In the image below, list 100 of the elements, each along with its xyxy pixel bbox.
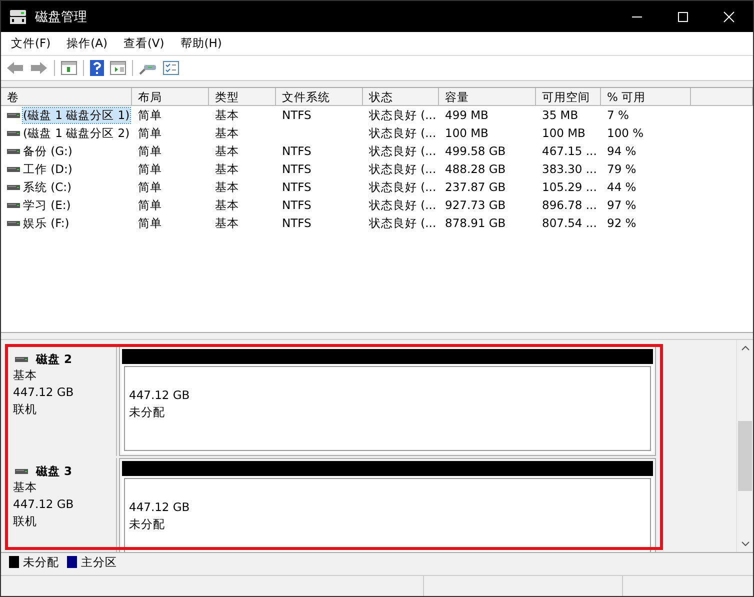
table-cell: 基本 (215, 126, 239, 140)
table-cell: 状态良好 (... (369, 216, 436, 230)
volume-name[interactable]: (磁盘 1 磁盘分区 1) (23, 108, 130, 122)
menu-item[interactable]: 操作(A) (66, 36, 108, 51)
volume-name[interactable]: 学习 (E:) (23, 198, 71, 212)
table-cell: 状态良好 (... (369, 108, 436, 122)
column-header[interactable]: % 可用 (601, 88, 691, 106)
maximize-icon[interactable] (677, 10, 689, 22)
disk-type: 基本 (13, 367, 38, 384)
table-cell: 简单 (138, 216, 162, 230)
legend-label: 主分区 (81, 554, 117, 570)
menu-item[interactable]: 查看(V) (123, 36, 164, 51)
table-cell: NTFS (282, 162, 312, 176)
table-cell: 35 MB (542, 108, 578, 122)
column-header[interactable]: 布局 (132, 88, 209, 106)
table-cell: 基本 (215, 216, 239, 230)
disk-drive-icon (9, 8, 27, 24)
table-cell: 简单 (138, 162, 162, 176)
drive-icon (7, 112, 20, 118)
volume-name[interactable]: 娱乐 (F:) (23, 216, 70, 230)
partition-label: 未分配 (129, 516, 166, 533)
menu-item[interactable]: 帮助(H) (180, 36, 222, 51)
table-cell: 896.78 ... (542, 198, 597, 212)
disk-status: 联机 (13, 401, 38, 418)
action-pane-icon[interactable] (110, 61, 126, 75)
column-header[interactable]: 可用空间 (536, 88, 601, 106)
column-header[interactable]: 状态 (363, 88, 439, 106)
table-cell: NTFS (282, 216, 312, 230)
table-cell: 100 MB (542, 126, 586, 140)
column-header[interactable]: 文件系统 (276, 88, 363, 106)
disk-size: 447.12 GB (13, 384, 75, 401)
disk-name: 磁盘 3 (36, 464, 72, 479)
table-cell: 基本 (215, 144, 239, 158)
partition-size: 447.12 GB (129, 499, 191, 516)
checklist-icon[interactable] (163, 61, 179, 75)
table-cell: NTFS (282, 198, 312, 212)
drive-icon (7, 166, 20, 172)
table-cell: 878.91 GB (445, 216, 506, 230)
volume-name[interactable]: 工作 (D:) (23, 162, 72, 176)
drive-icon (15, 357, 28, 362)
drive-icon (7, 130, 20, 136)
table-cell: 简单 (138, 144, 162, 158)
back-arrow-icon[interactable] (6, 61, 24, 75)
table-cell: 基本 (215, 198, 239, 212)
partition-size: 447.12 GB (129, 387, 191, 404)
table-cell: 499.58 GB (445, 144, 506, 158)
table-cell: NTFS (282, 144, 312, 158)
help-icon[interactable] (90, 60, 104, 76)
table-cell: 基本 (215, 162, 239, 176)
volume-name[interactable]: 系统 (C:) (23, 180, 72, 194)
table-cell: 简单 (138, 108, 162, 122)
volume-name[interactable]: 备份 (G:) (23, 144, 72, 158)
table-cell: 简单 (138, 126, 162, 140)
table-cell: 44 % (607, 180, 636, 194)
column-header[interactable]: 容量 (439, 88, 536, 106)
table-cell: 807.54 ... (542, 216, 597, 230)
table-cell: 100 MB (445, 126, 488, 140)
table-cell: 状态良好 (... (369, 126, 436, 140)
drive-icon (15, 469, 28, 474)
column-header[interactable]: 卷 (1, 88, 132, 106)
partition-label: 未分配 (129, 404, 166, 421)
table-cell: 状态良好 (... (369, 180, 436, 194)
forward-arrow-icon[interactable] (30, 61, 48, 75)
drive-icon (7, 220, 20, 226)
drive-icon (7, 184, 20, 190)
table-cell: 237.87 GB (445, 180, 506, 194)
table-cell: 94 % (607, 144, 636, 158)
table-cell: 简单 (138, 198, 162, 212)
window-title: 磁盘管理 (35, 8, 87, 26)
table-cell: 383.30 ... (542, 162, 597, 176)
column-header[interactable]: 类型 (209, 88, 276, 106)
table-cell: 状态良好 (... (369, 162, 436, 176)
partition-block[interactable]: 447.12 GB 未分配 (122, 349, 653, 453)
table-cell: 79 % (607, 162, 636, 176)
table-cell: 100 % (607, 126, 644, 140)
table-cell: 927.73 GB (445, 198, 506, 212)
scroll-down-icon[interactable] (740, 541, 750, 547)
scroll-up-icon[interactable] (740, 345, 750, 351)
disk-name: 磁盘 2 (36, 352, 72, 367)
table-cell: 105.29 ... (542, 180, 597, 194)
table-cell: 简单 (138, 180, 162, 194)
drive-icon (7, 148, 20, 154)
table-cell: 488.28 GB (445, 162, 506, 176)
console-tree-icon[interactable] (61, 61, 77, 75)
table-cell: 状态良好 (... (369, 144, 436, 158)
disk-type: 基本 (13, 479, 38, 496)
table-cell: 7 % (607, 108, 629, 122)
legend-label: 未分配 (23, 554, 59, 570)
table-cell: 467.15 ... (542, 144, 597, 158)
vertical-scrollbar[interactable] (736, 340, 753, 552)
menu-item[interactable]: 文件(F) (11, 36, 51, 51)
table-cell: 基本 (215, 180, 239, 194)
table-cell: 92 % (607, 216, 636, 230)
close-icon[interactable] (723, 10, 735, 22)
partition-block[interactable]: 447.12 GB 未分配 (122, 461, 653, 552)
table-cell: NTFS (282, 108, 312, 122)
table-cell: 97 % (607, 198, 636, 212)
disk-status: 联机 (13, 513, 38, 530)
table-cell: NTFS (282, 180, 312, 194)
volume-name[interactable]: (磁盘 1 磁盘分区 2) (23, 126, 130, 140)
